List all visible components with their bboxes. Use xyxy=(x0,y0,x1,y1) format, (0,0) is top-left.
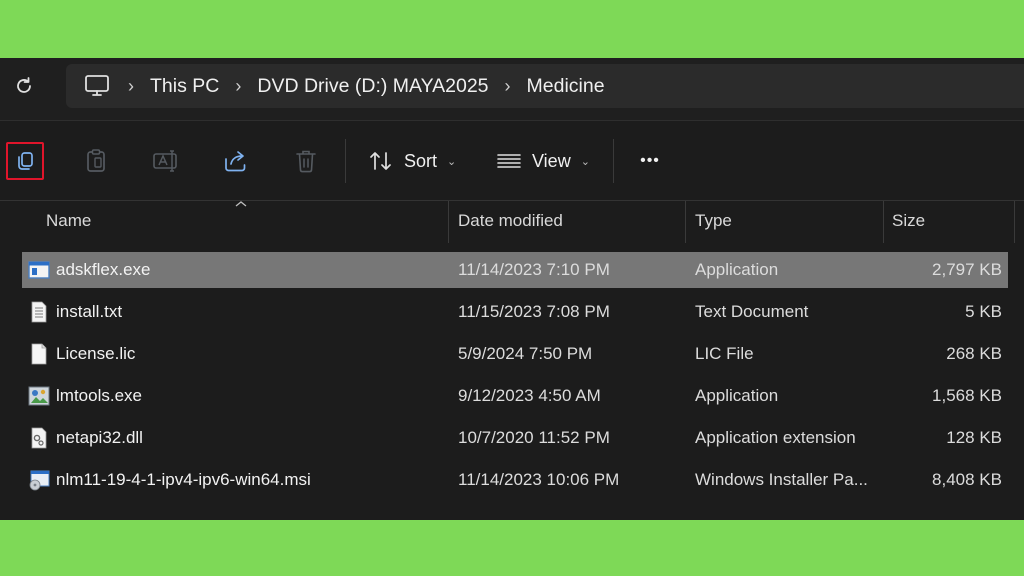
chevron-down-icon: ⌄ xyxy=(580,155,590,168)
file-type: LIC File xyxy=(695,344,754,363)
rename-icon xyxy=(153,150,177,172)
file-name: adskflex.exe xyxy=(56,260,151,279)
copy-icon xyxy=(18,152,33,170)
copy-button[interactable] xyxy=(6,142,44,180)
sort-label: Sort xyxy=(404,150,438,171)
trash-icon xyxy=(296,150,316,173)
file-type: Application extension xyxy=(695,428,856,447)
file-date: 9/12/2023 4:50 AM xyxy=(458,386,601,405)
breadcrumb[interactable]: › This PC › DVD Drive (D:) MAYA2025 › Me… xyxy=(66,64,1024,108)
column-divider[interactable] xyxy=(448,201,449,243)
file-row[interactable]: License.lic 5/9/2024 7:50 PM LIC File 26… xyxy=(22,336,1008,372)
monitor-icon xyxy=(85,75,109,96)
chevron-down-icon: ⌄ xyxy=(447,155,457,168)
chevron-right-icon: › xyxy=(504,75,511,96)
file-row[interactable]: lmtools.exe 9/12/2023 4:50 AM Applicatio… xyxy=(22,378,1008,414)
exe-window-icon xyxy=(28,261,50,279)
file-row[interactable]: netapi32.dll 10/7/2020 11:52 PM Applicat… xyxy=(22,420,1008,456)
file-type: Text Document xyxy=(695,302,809,321)
column-header-size[interactable]: Size xyxy=(892,211,925,231)
msi-installer-icon xyxy=(29,470,50,491)
column-header-type[interactable]: Type xyxy=(695,211,732,231)
file-name: netapi32.dll xyxy=(56,428,143,447)
file-date: 5/9/2024 7:50 PM xyxy=(458,344,593,363)
sort-arrows-icon xyxy=(370,152,391,170)
list-view-icon xyxy=(497,154,521,168)
blank-file-icon xyxy=(31,343,47,365)
file-name: nlm11-19-4-1-ipv4-ipv6-win64.msi xyxy=(56,470,311,489)
toolbar-divider xyxy=(613,139,614,183)
more-options-icon: ••• xyxy=(640,152,660,169)
column-divider[interactable] xyxy=(1014,201,1015,243)
lmtools-app-icon xyxy=(28,386,50,406)
file-name: License.lic xyxy=(56,344,136,363)
share-button[interactable] xyxy=(216,141,256,181)
file-type: Application xyxy=(695,386,779,405)
file-date: 11/14/2023 10:06 PM xyxy=(458,470,620,489)
sort-ascending-icon xyxy=(235,201,247,207)
view-button[interactable]: View ⌄ xyxy=(496,141,590,181)
refresh-button[interactable] xyxy=(8,70,40,102)
file-date: 11/14/2023 7:10 PM xyxy=(458,260,610,279)
file-size: 128 KB xyxy=(946,428,1002,447)
breadcrumb-this-pc[interactable]: This PC xyxy=(150,75,219,98)
file-date: 11/15/2023 7:08 PM xyxy=(458,302,610,321)
chevron-right-icon: › xyxy=(235,75,242,96)
toolbar-divider xyxy=(345,139,346,183)
file-date: 10/7/2020 11:52 PM xyxy=(458,428,610,447)
rename-button[interactable] xyxy=(146,141,186,181)
file-name: install.txt xyxy=(56,302,123,321)
file-type: Windows Installer Pa... xyxy=(695,470,868,489)
column-divider[interactable] xyxy=(685,201,686,243)
clipboard-icon xyxy=(87,149,105,172)
file-row[interactable]: adskflex.exe 11/14/2023 7:10 PM Applicat… xyxy=(22,252,1008,288)
file-row[interactable]: install.txt 11/15/2023 7:08 PM Text Docu… xyxy=(22,294,1008,330)
more-options-button[interactable]: ••• xyxy=(632,141,668,181)
address-bar: › This PC › DVD Drive (D:) MAYA2025 › Me… xyxy=(0,58,1024,120)
file-explorer-window: › This PC › DVD Drive (D:) MAYA2025 › Me… xyxy=(0,58,1024,520)
breadcrumb-medicine[interactable]: Medicine xyxy=(527,75,605,98)
file-name: lmtools.exe xyxy=(56,386,142,405)
breadcrumb-dvd-drive[interactable]: DVD Drive (D:) MAYA2025 xyxy=(257,75,488,98)
file-row[interactable]: nlm11-19-4-1-ipv4-ipv6-win64.msi 11/14/2… xyxy=(22,462,1008,498)
refresh-icon xyxy=(17,77,31,93)
sort-button[interactable]: Sort ⌄ xyxy=(368,141,456,181)
file-size: 268 KB xyxy=(946,344,1002,363)
this-pc-button[interactable] xyxy=(82,71,112,101)
delete-button[interactable] xyxy=(286,141,326,181)
paste-button[interactable] xyxy=(76,141,116,181)
chevron-right-icon: › xyxy=(128,75,134,96)
text-file-icon xyxy=(31,301,47,323)
file-size: 2,797 KB xyxy=(932,260,1002,279)
file-size: 5 KB xyxy=(965,302,1002,321)
column-divider[interactable] xyxy=(883,201,884,243)
dll-gear-icon xyxy=(31,427,47,449)
view-label: View xyxy=(532,150,571,171)
column-header-date[interactable]: Date modified xyxy=(458,211,563,231)
file-size: 1,568 KB xyxy=(932,386,1002,405)
column-header-name[interactable]: Name xyxy=(46,211,91,231)
file-type: Application xyxy=(695,260,779,279)
command-bar: Sort ⌄ View ⌄ ••• xyxy=(0,120,1024,201)
column-header-row: Name Date modified Type Size xyxy=(0,200,1024,247)
file-size: 8,408 KB xyxy=(932,470,1002,489)
share-icon xyxy=(225,151,246,172)
